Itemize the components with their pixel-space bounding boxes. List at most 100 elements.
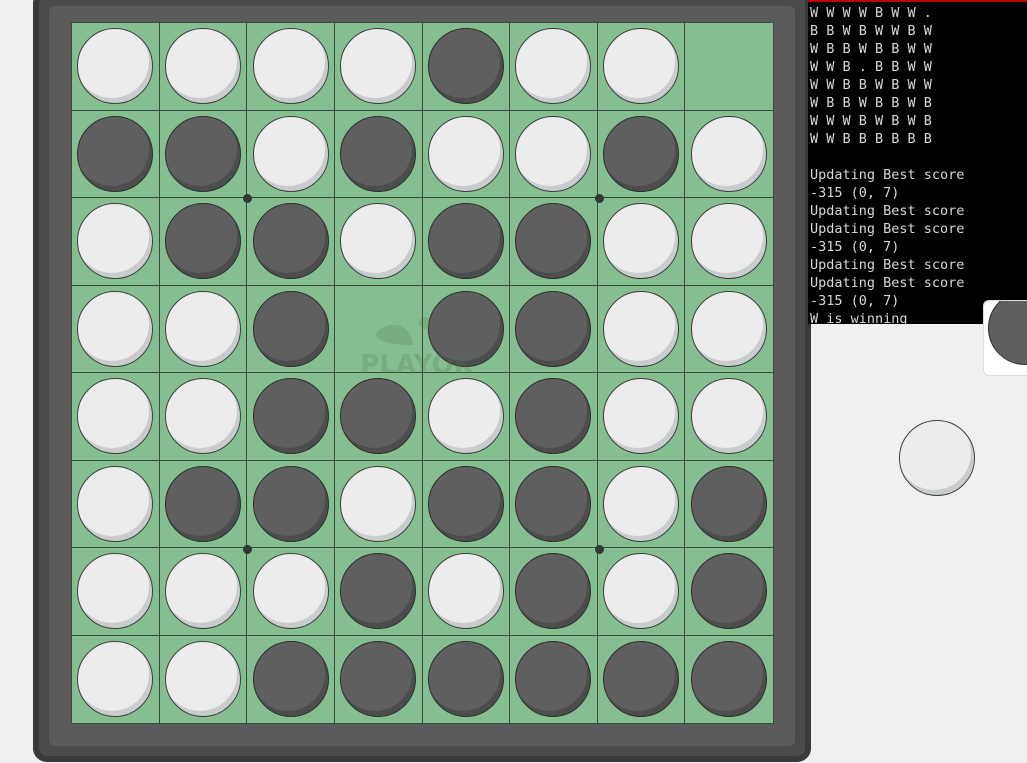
- board-cell[interactable]: [335, 635, 423, 723]
- white-disc: [164, 378, 241, 455]
- star-point: [594, 194, 604, 203]
- white-disc: [691, 378, 768, 455]
- black-disc: [427, 28, 504, 105]
- board-cell[interactable]: [247, 285, 335, 373]
- board-cell[interactable]: [334, 198, 423, 286]
- black-disc: [603, 641, 680, 718]
- black-disc: [340, 115, 417, 192]
- black-disc: [691, 553, 768, 630]
- board-cell[interactable]: [247, 373, 335, 461]
- board-cell[interactable]: [422, 110, 511, 198]
- terminal-line: W W W W B W W .: [810, 5, 932, 21]
- board-cell[interactable]: [685, 198, 773, 286]
- board-cell[interactable]: [510, 285, 598, 373]
- board-cell[interactable]: [422, 373, 511, 461]
- terminal-line: Updating Best score: [810, 203, 965, 219]
- board-cell[interactable]: [422, 198, 511, 286]
- black-disc: [164, 115, 241, 192]
- board-cell[interactable]: [597, 460, 686, 548]
- board-cell[interactable]: [422, 285, 511, 373]
- white-disc: [77, 641, 154, 718]
- board-cell[interactable]: [72, 548, 160, 636]
- black-disc: [252, 203, 329, 280]
- board-cell[interactable]: [597, 198, 686, 286]
- board-cell[interactable]: [334, 285, 423, 373]
- white-disc: [252, 553, 329, 630]
- board-cell[interactable]: [334, 460, 423, 548]
- board-cell[interactable]: [247, 548, 335, 636]
- board-cell[interactable]: [159, 110, 248, 198]
- board-cell[interactable]: [72, 110, 160, 198]
- board-cell[interactable]: [510, 460, 598, 548]
- board-cell[interactable]: [597, 285, 686, 373]
- board-cell[interactable]: [685, 373, 773, 461]
- terminal-line: -315 (0, 7): [810, 239, 900, 255]
- black-disc: [252, 378, 329, 455]
- board-cell[interactable]: [510, 198, 598, 286]
- black-disc: [515, 203, 592, 280]
- white-disc: [427, 115, 504, 192]
- board-cell[interactable]: [159, 373, 248, 461]
- black-disc: [515, 465, 592, 542]
- board-cell[interactable]: [247, 635, 335, 723]
- board-cell[interactable]: [685, 23, 773, 111]
- board-cell[interactable]: [72, 635, 160, 723]
- board-cell[interactable]: [72, 23, 160, 111]
- board-cell[interactable]: [247, 198, 335, 286]
- board-cell[interactable]: [159, 460, 248, 548]
- black-disc: [515, 641, 592, 718]
- white-disc: [77, 378, 154, 455]
- board-cell[interactable]: [334, 110, 423, 198]
- board-cell[interactable]: [685, 286, 773, 373]
- board-cell[interactable]: [685, 461, 773, 548]
- board-cell[interactable]: [247, 110, 335, 198]
- board-cell[interactable]: [597, 23, 686, 111]
- board-cell[interactable]: [72, 460, 160, 548]
- board-cell[interactable]: [160, 635, 248, 723]
- board-cell[interactable]: [597, 110, 686, 198]
- terminal-line: Updating Best score: [810, 167, 965, 183]
- board-cell[interactable]: [685, 636, 773, 724]
- board-cell[interactable]: [334, 23, 423, 111]
- board-cell[interactable]: [72, 373, 160, 461]
- black-disc: [252, 641, 329, 718]
- black-disc: [427, 203, 504, 280]
- board-cell[interactable]: [334, 548, 423, 636]
- board-cell[interactable]: [159, 285, 248, 373]
- board-cell[interactable]: [159, 548, 248, 636]
- board-cell[interactable]: [72, 198, 160, 286]
- opponent-card[interactable]: [983, 300, 1027, 376]
- white-disc: [164, 641, 241, 718]
- board-cell[interactable]: [247, 460, 335, 548]
- black-disc: [164, 203, 241, 280]
- terminal-line: W W W B W B W B: [810, 113, 932, 129]
- board-cell[interactable]: [72, 285, 160, 373]
- board-cell[interactable]: [422, 460, 511, 548]
- white-disc: [77, 203, 154, 280]
- white-disc: [340, 465, 417, 542]
- board-cell[interactable]: [159, 198, 248, 286]
- board-cell[interactable]: [510, 23, 598, 111]
- board-cell[interactable]: [510, 548, 598, 636]
- board-cell[interactable]: [685, 548, 773, 636]
- board-cell[interactable]: [685, 111, 773, 198]
- board-cell[interactable]: [422, 548, 511, 636]
- board-cell[interactable]: [510, 110, 598, 198]
- board-cell[interactable]: [423, 635, 511, 723]
- board-cell[interactable]: [510, 373, 598, 461]
- board-cell[interactable]: [159, 23, 248, 111]
- terminal-output: W W W W B W W . B B W B W W B W W B B W B …: [808, 0, 1027, 324]
- black-disc: [515, 290, 592, 367]
- board-cell[interactable]: [334, 373, 423, 461]
- black-disc: [427, 290, 504, 367]
- board-cell[interactable]: [598, 635, 686, 723]
- black-disc: [340, 553, 417, 630]
- board-cell[interactable]: [510, 635, 598, 723]
- black-disc: [340, 641, 417, 718]
- board-cell[interactable]: [597, 373, 686, 461]
- board-cell[interactable]: [597, 548, 686, 636]
- board-cell[interactable]: [422, 23, 511, 111]
- board-cell[interactable]: [247, 23, 335, 111]
- white-disc: [77, 290, 154, 367]
